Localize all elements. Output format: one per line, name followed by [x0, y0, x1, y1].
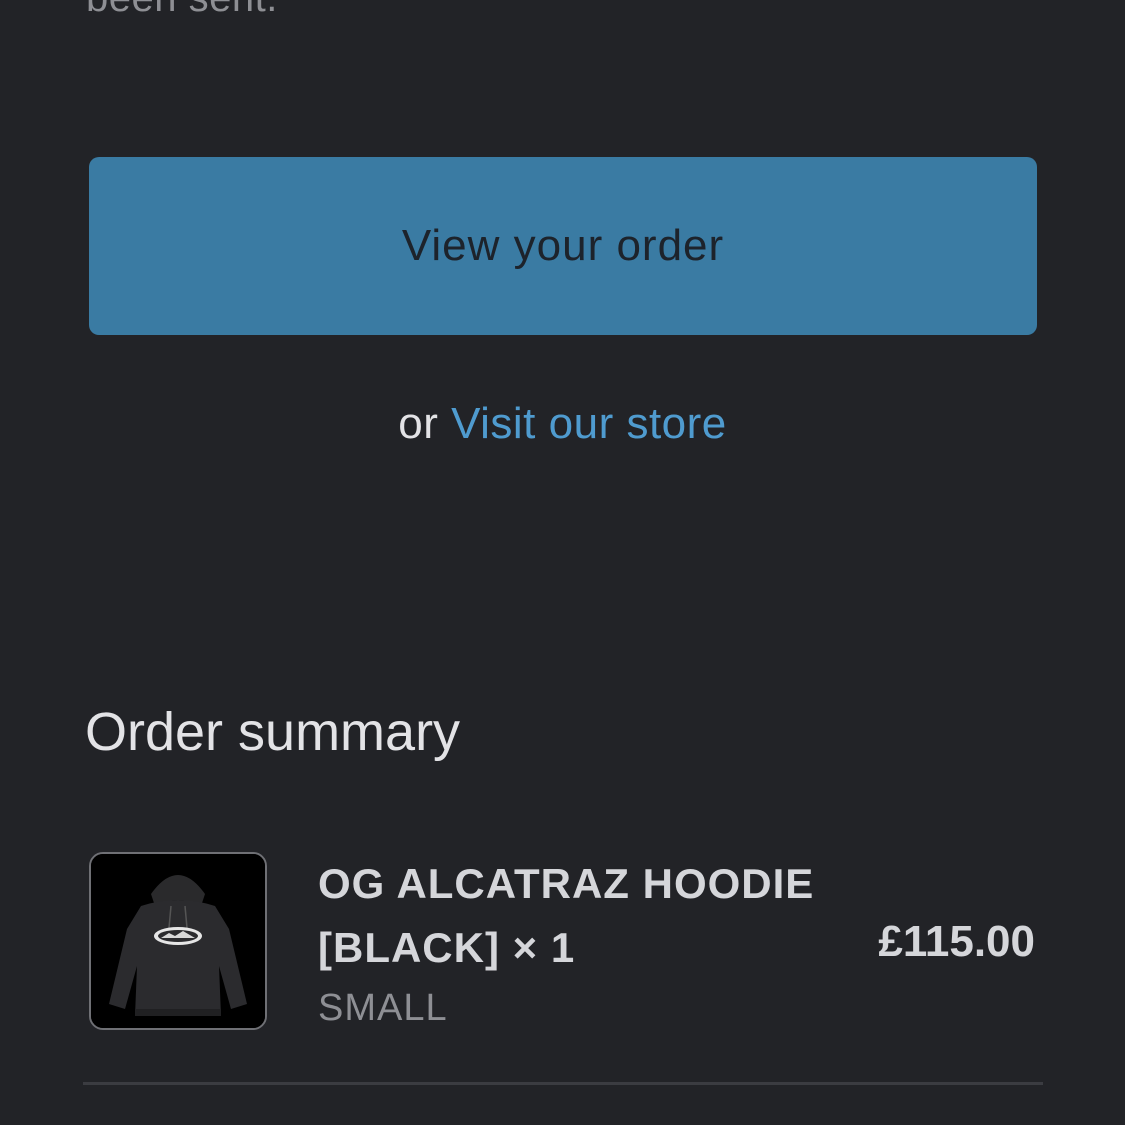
- view-order-label: View your order: [401, 221, 725, 270]
- alternate-action: or Visit our store: [0, 396, 1125, 452]
- order-confirmation-page: been sent. View your order or Visit our …: [0, 0, 1125, 1125]
- order-summary-title: Order summary: [85, 702, 461, 762]
- divider: [83, 1082, 1043, 1085]
- item-name: OG ALCATRAZ HOODIE [BLACK] × 1: [318, 860, 815, 971]
- item-price: £115.00: [878, 917, 1035, 966]
- item-variant: SMALL: [318, 987, 448, 1029]
- hoodie-icon: [91, 854, 265, 1028]
- or-text: or: [398, 399, 439, 448]
- product-thumbnail: [89, 852, 267, 1030]
- view-order-button[interactable]: View your order: [89, 157, 1037, 335]
- visit-store-link[interactable]: Visit our store: [451, 399, 727, 448]
- intro-text: been sent.: [86, 0, 278, 22]
